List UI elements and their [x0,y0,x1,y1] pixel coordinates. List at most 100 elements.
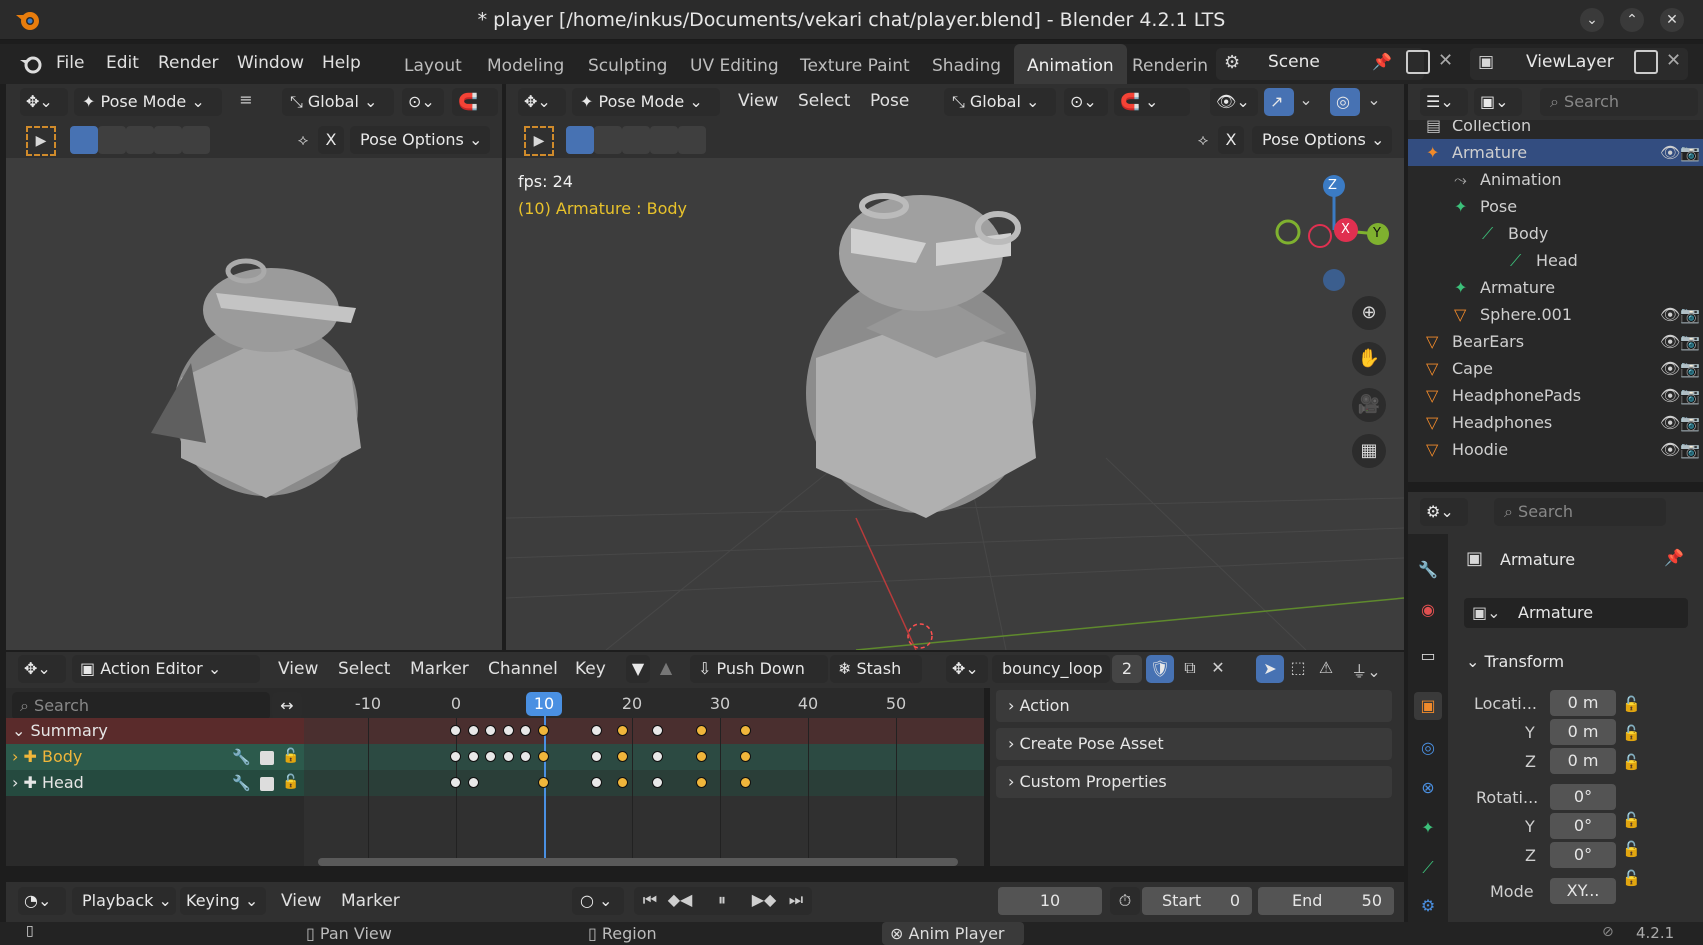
left-editor-type-button[interactable]: ✥⌄ [20,88,68,116]
menu-render[interactable]: Render [158,44,219,84]
head-wrench-icon[interactable]: 🔧 [232,774,251,792]
ae-menu-view[interactable]: View [278,650,318,690]
ae-menu-key[interactable]: Key [575,650,606,690]
main-mode-dropdown[interactable]: ✦ Pose Mode ⌄ [572,88,720,116]
stash-button[interactable]: ❄ Stash [830,655,922,683]
preview-range-toggle[interactable]: ⏱ [1110,887,1140,915]
action-name-field[interactable]: bouncy_loop [992,655,1110,683]
left-mode-dropdown[interactable]: ✦ Pose Mode ⌄ [74,88,222,116]
properties-editor-type[interactable]: ⚙⌄ [1420,498,1468,526]
properties-pin-icon[interactable]: 📌 [1664,548,1684,567]
close-icon[interactable]: ✕ [1660,8,1684,32]
render-camera-icon[interactable]: 📷 [1680,409,1700,436]
current-frame-indicator[interactable]: 10 [526,692,562,716]
keyframe-marker[interactable] [467,725,479,736]
outliner-row[interactable]: ✦ Armature 👁 📷 [1408,139,1703,166]
visibility-eye-icon[interactable]: 👁 [1660,436,1680,463]
keyframe-marker[interactable] [467,777,479,788]
outliner-row[interactable]: ▽ BearEars 👁 📷 [1408,328,1703,355]
rotation-mode-dropdown[interactable]: XY... [1550,878,1616,904]
menu-edit[interactable]: Edit [106,44,139,84]
main-x-mirror-button[interactable]: X [1218,126,1244,154]
custom-properties-panel[interactable]: › Custom Properties [996,766,1392,798]
menu-file[interactable]: File [56,44,84,84]
outliner-row[interactable]: ⟋ Body [1408,220,1703,247]
main-menu-view[interactable]: View [738,82,778,122]
layer-down-button[interactable]: ▼ [626,655,650,683]
left-select-tool-icon[interactable]: ▶ [26,126,56,156]
left-select-new-icon[interactable] [70,126,98,154]
tab-sculpting[interactable]: Sculpting [588,44,667,84]
anim-player-task[interactable]: ⊗ Anim Player [882,922,1024,945]
physics-tab-icon[interactable]: ◎ [1414,734,1442,762]
gizmo-dropdown-icon[interactable]: ⌄ [1298,90,1314,109]
render-camera-icon[interactable]: 📷 [1680,436,1700,463]
only-errors-icon[interactable]: ⚠ [1314,658,1338,677]
visibility-eye-icon[interactable]: 👁 [1660,382,1680,409]
tab-uv-editing[interactable]: UV Editing [690,44,779,84]
rotation-z-field[interactable]: 0° [1550,842,1616,868]
timeline-editor-type[interactable]: ◔⌄ [18,887,66,915]
zoom-icon[interactable]: ⊕ [1352,296,1386,330]
layer-up-button[interactable]: ▲ [656,658,676,677]
jump-end-icon[interactable]: ⏭ [784,890,808,910]
scene-selector[interactable]: ⚙ Scene 📌 [1216,48,1424,80]
outliner-row[interactable]: ▽ Cape 👁 📷 [1408,355,1703,382]
only-selected-toggle[interactable]: ➤ [1256,655,1284,683]
remove-scene-icon[interactable]: ✕ [1438,50,1453,71]
keyframe-region[interactable]: -100102030405010 [304,688,984,866]
left-select-subtract-icon[interactable] [126,126,154,154]
menu-window[interactable]: Window [237,44,304,84]
outliner-row[interactable]: ▽ Sphere.001 👁 📷 [1408,301,1703,328]
perspective-grid-icon[interactable]: ▦ [1352,434,1386,468]
start-frame-field[interactable]: Start 0 [1142,887,1252,915]
left-pose-options-dropdown[interactable]: Pose Options ⌄ [350,126,490,154]
left-select-intersect-icon[interactable] [182,126,210,154]
outliner-display-mode[interactable]: ▣⌄ [1474,88,1522,116]
keyframe-marker[interactable] [590,777,602,788]
object-tab-icon[interactable]: ▣ [1414,692,1442,720]
main-orientation-dropdown[interactable]: ⤡ Global ⌄ [944,88,1056,116]
left-select-invert-icon[interactable] [154,126,182,154]
dopesheet-type-button[interactable]: ✥⌄ [18,655,66,683]
new-viewlayer-icon[interactable] [1634,50,1658,74]
outliner-row[interactable]: ▽ Hoodie 👁 📷 [1408,436,1703,463]
timeline-scrollbar[interactable] [318,858,958,866]
armature-data-tab-icon[interactable]: ✦ [1414,814,1442,842]
main-menu-pose[interactable]: Pose [870,82,909,122]
outliner-row[interactable]: ▽ HeadphonePads 👁 📷 [1408,382,1703,409]
main-mirror-icon[interactable]: ⟡ [1190,130,1216,150]
render-camera-icon[interactable]: 📷 [1680,301,1700,328]
location-y-field[interactable]: 0 m [1550,719,1616,745]
pin-icon[interactable]: 📌 [1372,52,1392,71]
tool-tab-icon[interactable]: 🔧 [1414,556,1442,584]
render-camera-icon[interactable]: 📷 [1680,139,1700,166]
render-camera-icon[interactable]: 📷 [1680,355,1700,382]
rotation-y-field[interactable]: 0° [1550,813,1616,839]
lock-icons[interactable]: 🔓 🔓 🔓 🔓 🔓 🔓 [1622,690,1641,893]
pan-hand-icon[interactable]: ✋ [1352,342,1386,376]
render-camera-icon[interactable]: 📷 [1680,382,1700,409]
keyframe-marker[interactable] [450,725,461,736]
keying-menu[interactable]: Keying ⌄ [180,887,266,915]
keyframe-marker[interactable] [538,751,549,762]
transform-panel-header[interactable]: ⌄ Transform [1466,648,1688,676]
constraint-tab-icon[interactable]: ⊗ [1414,774,1442,802]
rotation-x-field[interactable]: 0° [1550,784,1616,810]
body-enable-checkbox[interactable] [260,751,274,765]
left-viewport-canvas[interactable] [6,158,502,650]
main-editor-type-button[interactable]: ✥⌄ [518,88,566,116]
channel-search-input[interactable]: ⌕ Search [12,692,270,720]
main-menu-select[interactable]: Select [798,82,850,122]
keyframe-marker[interactable] [450,751,461,762]
properties-search-input[interactable]: ⌕ Search [1494,498,1666,526]
nav-gizmo[interactable]: Z X Y [1266,172,1396,292]
head-lock-icon[interactable]: 🔓 [282,774,299,790]
visibility-eye-icon[interactable]: 👁 [1660,301,1680,328]
end-frame-field[interactable]: End 50 [1258,887,1394,915]
prev-keyframe-icon[interactable]: ◆◀ [666,890,694,909]
left-x-mirror-button[interactable]: X [318,126,344,154]
main-select-invert-icon[interactable] [650,126,678,154]
unlink-action-icon[interactable]: ✕ [1206,658,1230,677]
keyframe-marker[interactable] [538,777,549,788]
